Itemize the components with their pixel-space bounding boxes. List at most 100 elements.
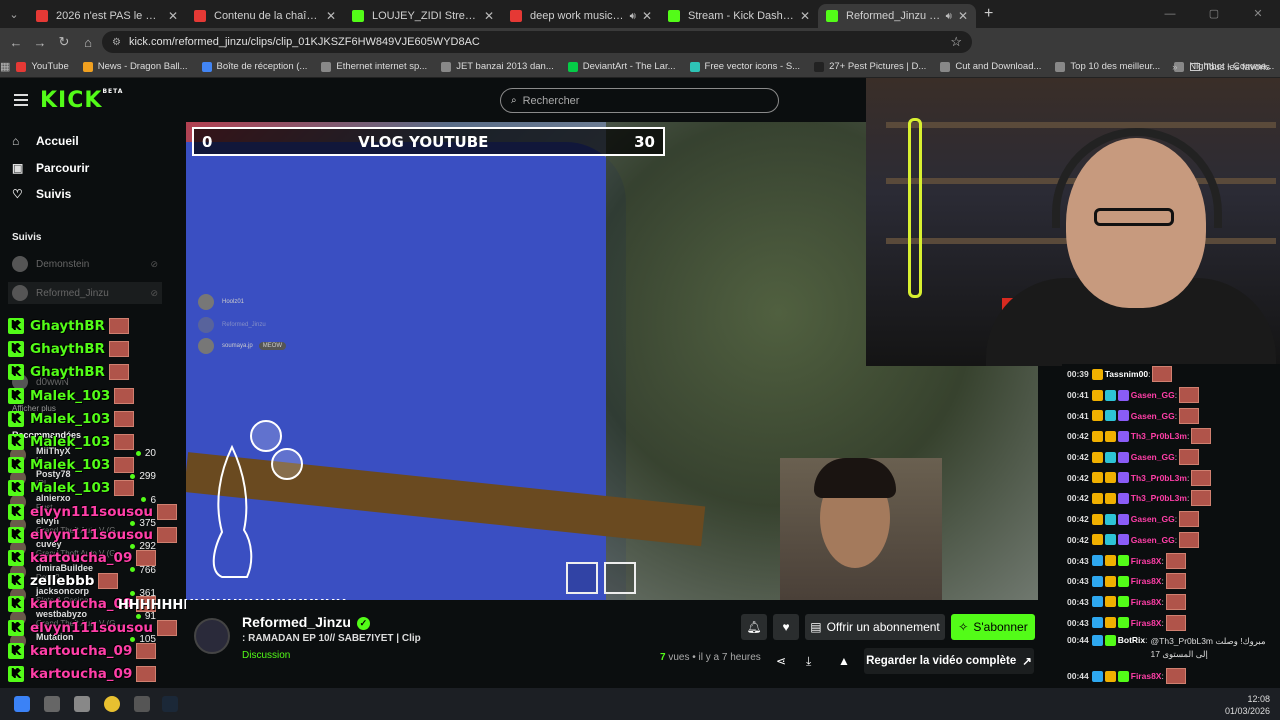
followed-channel[interactable]: Reformed_Jinzu ⊘ [8,282,162,304]
chat-username[interactable]: Gasen_GG [1131,535,1175,545]
emote-icon [1179,407,1200,424]
bookmark-item[interactable]: 27+ Pest Pictures | D... [814,61,926,72]
bookmark-item[interactable]: Free vector icons - S... [689,61,800,72]
chat-username[interactable]: Firas8X [1131,576,1162,586]
chrome-icon[interactable] [104,696,120,712]
speaker-icon[interactable]: 🔊︎ [630,11,636,22]
kick-badge-icon: K [8,573,24,590]
chat-timestamp: 00:41 [1067,390,1089,401]
nav-following[interactable]: ♡ Suivis [0,181,170,208]
bookmark-item[interactable]: Ethernet internet sp... [321,61,427,72]
chat-username[interactable]: Firas8X [1131,597,1162,607]
start-icon[interactable] [14,696,30,712]
close-tab-icon[interactable]: ✕ [326,9,336,23]
bookmark-item[interactable]: YouTube [16,61,69,72]
offline-icon: ⊘ [150,287,158,298]
new-tab-icon[interactable]: + [984,5,993,23]
bookmark-item[interactable]: Boîte de réception (... [201,61,307,72]
notification-bell-button[interactable]: 🔔︎ [741,614,767,640]
gift-sub-button[interactable]: ▤ Offrir un abonnement [805,614,945,640]
chat-username[interactable]: Th3_Pr0bL3m [1131,473,1187,483]
search-input[interactable]: ⌕ Rechercher [500,88,779,113]
clip-category[interactable]: Discussion [242,650,290,661]
chat-timestamp: 00:43 [1067,555,1089,566]
bookmark-label: 27+ Pest Pictures | D... [829,61,927,72]
nav-home[interactable]: ⌂ Accueil [0,128,170,155]
clock-date: 01/03/2026 [1224,706,1270,716]
url-input[interactable]: ⚙ kick.com/reformed_jinzu/clips/clip_01K… [102,31,972,53]
views-label: vues [668,652,690,663]
channel-avatar[interactable] [194,618,230,654]
inventory-slot [604,562,636,594]
system-clock[interactable]: 12:08 01/03/2026 [1225,693,1270,717]
close-tab-icon[interactable]: ✕ [642,9,652,23]
apps-grid-icon[interactable]: ▦ [0,60,10,73]
browser-tab[interactable]: Reformed_Jinzu - Watch cli 🔊︎ ✕ [818,4,976,28]
channel-name[interactable]: Reformed_Jinzu [242,614,351,630]
url-text: kick.com/reformed_jinzu/clips/clip_01KJK… [128,36,480,48]
chat-username[interactable]: Gasen_GG [1131,411,1175,421]
close-window-icon[interactable]: ✕ [1236,0,1280,28]
browser-tab[interactable]: LOUJEY_ZIDI Stream - Watch Li ✕ [344,4,502,28]
search-icon[interactable] [44,696,60,712]
more-bookmarks-icon[interactable]: » [1172,62,1177,73]
alert-row: K Malek_103 [0,477,135,499]
bookmark-label: Top 10 des meilleur... [1070,61,1161,72]
share-icon[interactable]: ⋖ [776,654,786,668]
download-icon[interactable]: ⤓ [806,654,811,669]
chat-username[interactable]: BotRix [1118,635,1145,645]
bookmark-item[interactable]: JET banzai 2013 dan... [441,61,554,72]
bookmark-star-icon[interactable]: ☆ [950,34,962,50]
tab-favicon-icon [510,10,522,22]
minimize-icon[interactable]: — [1148,0,1192,28]
report-icon[interactable]: ▲ [838,654,850,668]
browser-tab-bar: ⌄ 2026 n'est PAS le nouveau 2016✕Contenu… [0,0,1280,28]
chat-username[interactable]: Th3_Pr0bL3m [1131,431,1187,441]
chat-username[interactable]: Th3_Pr0bL3m [1131,493,1187,503]
bookmarks-folder[interactable]: » Tous les favoris [1172,56,1270,78]
home-icon[interactable]: ⌂ [76,35,100,50]
steam-icon[interactable] [162,696,178,712]
emote-icon [1165,668,1186,685]
app-icon[interactable] [134,696,150,712]
reload-icon[interactable]: ↻ [52,34,76,50]
subscribe-button[interactable]: ✧ S'abonner [951,614,1035,640]
chat-username[interactable]: Tassnim00 [1105,369,1148,379]
browser-tab[interactable]: 2026 n'est PAS le nouveau 2016 ✕ [28,4,186,28]
bookmark-item[interactable]: DeviantArt - The Lar... [567,61,676,72]
speaker-icon[interactable]: 🔊︎ [946,11,952,22]
chat-username[interactable]: Gasen_GG [1131,514,1175,524]
browser-tab[interactable]: Stream - Kick Dashboard ✕ [660,4,818,28]
task-view-icon[interactable] [74,696,90,712]
alert-row: Kkartoucha_09 [0,547,157,569]
bookmark-label: News - Dragon Ball... [97,61,188,72]
chat-username[interactable]: Gasen_GG [1131,390,1175,400]
chat-username[interactable]: Gasen_GG [1131,452,1175,462]
followed-channel[interactable]: Demonstein ⊘ [8,253,162,275]
back-icon[interactable]: ← [4,35,28,50]
bookmark-item[interactable]: Top 10 des meilleur... [1055,61,1160,72]
address-bar: ← → ↻ ⌂ ⚙ kick.com/reformed_jinzu/clips/… [0,28,1280,76]
browser-tab[interactable]: Contenu de la chaîne - YouTube ✕ [186,4,344,28]
bookmark-item[interactable]: News - Dragon Ball... [82,61,188,72]
close-tab-icon[interactable]: ✕ [958,9,968,23]
forward-icon[interactable]: → [28,35,52,50]
site-info-icon[interactable]: ⚙ [112,37,121,48]
follow-heart-button[interactable]: ♥ [773,614,799,640]
close-tab-icon[interactable]: ✕ [800,9,810,23]
chat-username[interactable]: Firas8X [1131,618,1162,628]
tab-search-icon[interactable]: ⌄ [0,0,28,28]
nav-browse[interactable]: ▣ Parcourir [0,155,170,182]
browser-tab[interactable]: deep work music. [flow stat 🔊︎ ✕ [502,4,660,28]
kick-logo[interactable]: KICKBETA [40,88,123,113]
watch-full-video-button[interactable]: Regarder la vidéo complète ↗ [864,648,1034,674]
maximize-icon[interactable]: ▢ [1192,0,1236,28]
chat-username[interactable]: Firas8X [1131,556,1162,566]
bookmark-item[interactable]: Cut and Download... [940,61,1041,72]
nav-label: Parcourir [36,160,90,175]
emote-icon [1152,366,1173,383]
menu-icon[interactable] [14,94,28,106]
chat-username[interactable]: Firas8X [1131,671,1162,681]
close-tab-icon[interactable]: ✕ [168,9,178,23]
close-tab-icon[interactable]: ✕ [484,9,494,23]
